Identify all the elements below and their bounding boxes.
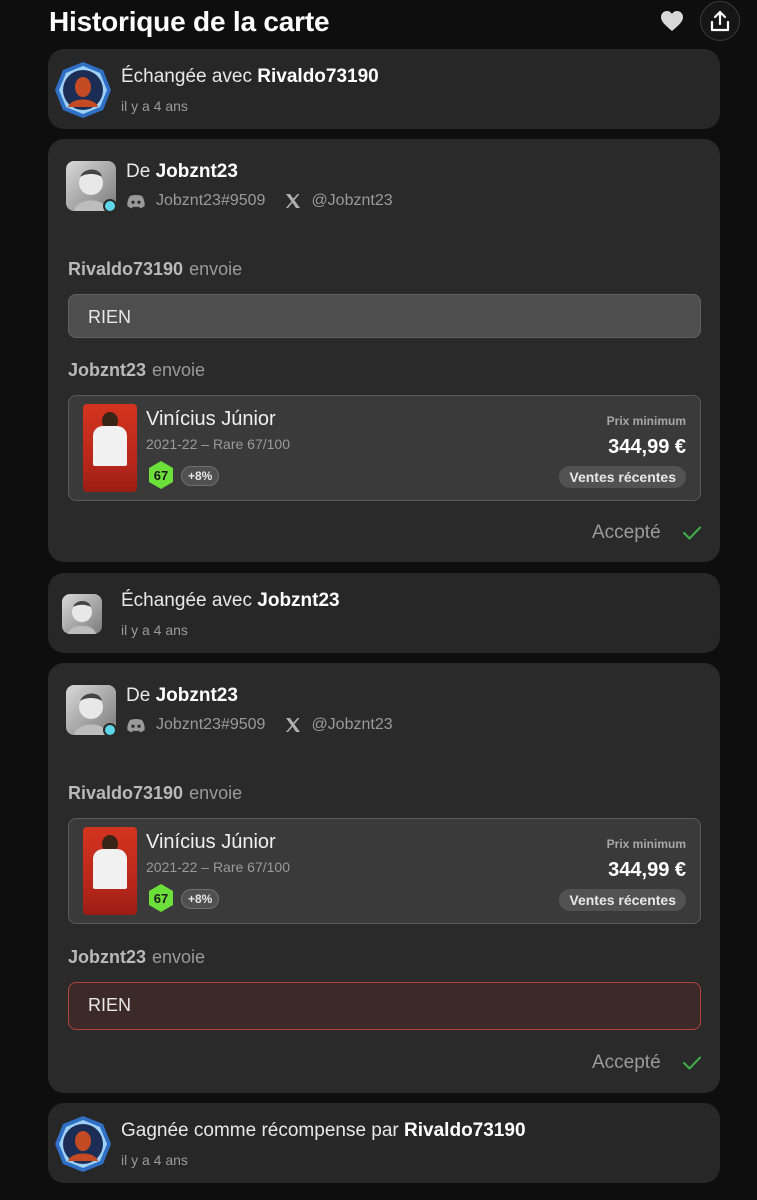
sender-1-label: Rivaldo73190 envoie	[68, 259, 243, 279]
share-button[interactable]	[700, 1, 740, 41]
card-item[interactable]: Vinícius Júnior 2021-22 – Rare 67/100 67…	[68, 818, 701, 924]
discord-icon	[126, 718, 146, 733]
user-socials: Jobznt23#9509 @Jobznt23	[126, 192, 393, 210]
offer-card: De Jobznt23 Jobznt23#9509 @Jobznt23 Riva…	[48, 139, 720, 562]
event-user-link[interactable]: Jobznt23	[257, 590, 339, 611]
discord-handle[interactable]: Jobznt23#9509	[156, 192, 265, 210]
x-twitter-icon	[285, 717, 301, 733]
page-title: Historique de la carte	[49, 6, 330, 37]
sender-2-label: Jobznt23 envoie	[68, 947, 206, 967]
event-title: Échangée avec Rivaldo73190	[121, 66, 379, 87]
player-name: Vinícius Júnior	[146, 831, 276, 853]
price-label: Prix minimum	[606, 837, 686, 851]
rivaldo-avatar-icon	[55, 1116, 111, 1172]
event-user-link[interactable]: Rivaldo73190	[257, 66, 378, 87]
online-status-dot	[103, 723, 117, 737]
online-status-dot	[103, 199, 117, 213]
card-item[interactable]: Vinícius Júnior 2021-22 – Rare 67/100 67…	[68, 395, 701, 501]
player-name: Vinícius Júnior	[146, 408, 276, 430]
x-twitter-icon	[285, 193, 301, 209]
event-user-link[interactable]: Rivaldo73190	[404, 1120, 525, 1141]
discord-handle[interactable]: Jobznt23#9509	[156, 716, 265, 734]
twitter-handle[interactable]: @Jobznt23	[311, 192, 392, 210]
event-time: il y a 4 ans	[121, 1152, 188, 1168]
offer-user-row: De Jobznt23 Jobznt23#9509 @Jobznt23	[66, 161, 466, 217]
offer-from: De Jobznt23	[126, 685, 238, 706]
score-badge-icon: 67	[149, 884, 173, 912]
history-event: Échangée avec Jobznt23 il y a 4 ans	[48, 573, 720, 653]
discord-icon	[126, 194, 146, 209]
event-title: Gagnée comme récompense par Rivaldo73190	[121, 1120, 526, 1141]
offer-status: Accepté	[592, 522, 661, 543]
event-title: Échangée avec Jobznt23	[121, 590, 340, 611]
recent-sales-button[interactable]: Ventes récentes	[559, 889, 686, 911]
player-card-image	[83, 827, 137, 915]
player-card-image	[83, 404, 137, 492]
bonus-badge: +8%	[181, 889, 220, 909]
card-meta: 2021-22 – Rare 67/100	[146, 859, 290, 875]
check-icon	[683, 526, 701, 540]
sender-2-label: Jobznt23 envoie	[68, 360, 206, 380]
svg-text:67: 67	[154, 468, 168, 483]
price-label: Prix minimum	[606, 414, 686, 428]
user-socials: Jobznt23#9509 @Jobznt23	[126, 716, 393, 734]
twitter-handle[interactable]: @Jobznt23	[311, 716, 392, 734]
check-icon	[683, 1056, 701, 1070]
jobznt-avatar	[62, 594, 102, 634]
history-event: Échangée avec Rivaldo73190 il y a 4 ans	[48, 49, 720, 129]
price-value: 344,99 €	[608, 859, 686, 881]
event-time: il y a 4 ans	[121, 622, 188, 638]
share-icon	[710, 10, 730, 32]
price-value: 344,99 €	[608, 436, 686, 458]
sent-nothing-box: RIEN	[68, 294, 701, 338]
sender-1-label: Rivaldo73190 envoie	[68, 783, 243, 803]
offer-user-row: De Jobznt23 Jobznt23#9509 @Jobznt23	[66, 685, 466, 741]
svg-text:67: 67	[154, 891, 168, 906]
rivaldo-avatar-icon	[55, 62, 111, 118]
sent-nothing-box: RIEN	[68, 982, 701, 1030]
history-event: Gagnée comme récompense par Rivaldo73190…	[48, 1103, 720, 1183]
bonus-badge: +8%	[181, 466, 220, 486]
recent-sales-button[interactable]: Ventes récentes	[559, 466, 686, 488]
score-badge-icon: 67	[149, 461, 173, 489]
page-header: Historique de la carte	[0, 0, 757, 44]
offer-status: Accepté	[592, 1052, 661, 1073]
event-time: il y a 4 ans	[121, 98, 188, 114]
offer-card: De Jobznt23 Jobznt23#9509 @Jobznt23 Riva…	[48, 663, 720, 1093]
card-meta: 2021-22 – Rare 67/100	[146, 436, 290, 452]
heart-icon[interactable]	[660, 10, 684, 32]
offer-from: De Jobznt23	[126, 161, 238, 182]
